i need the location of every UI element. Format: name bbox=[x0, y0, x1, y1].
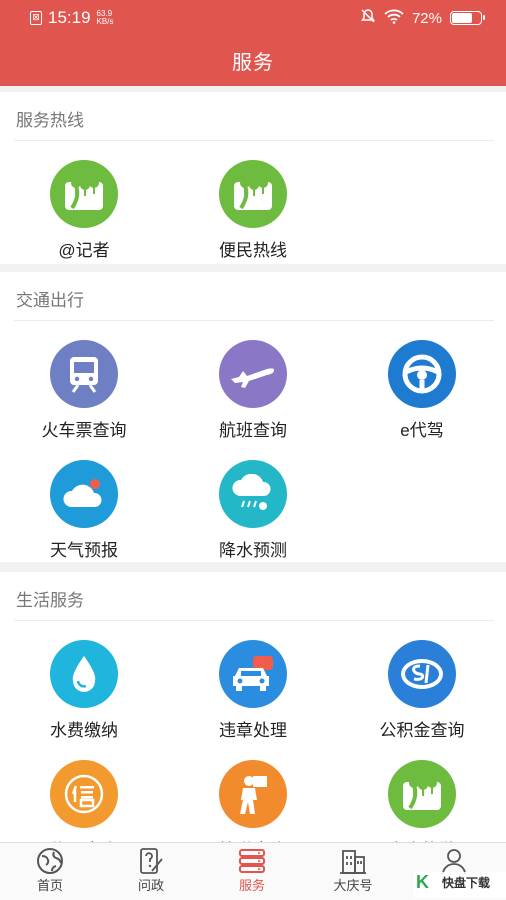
status-time: 15:19 bbox=[48, 8, 91, 27]
service-violation[interactable]: 违章处理 bbox=[173, 640, 333, 741]
car-violation-icon bbox=[219, 640, 287, 708]
service-housing-fund[interactable]: 公积金查询 bbox=[342, 640, 502, 741]
divider bbox=[14, 620, 494, 621]
watermark: K 快盘下载 bbox=[414, 872, 506, 898]
tab-label: 大庆号 bbox=[333, 878, 373, 893]
building-icon bbox=[303, 847, 403, 875]
service-label: 航班查询 bbox=[219, 421, 287, 440]
service-label: 便民热线 bbox=[219, 241, 287, 260]
service-label: 公积金查询 bbox=[379, 721, 465, 740]
service-label: @记者 bbox=[58, 241, 110, 260]
tab-services[interactable]: 服务 bbox=[202, 847, 302, 894]
service-water-fee[interactable]: 水费缴纳 bbox=[4, 640, 164, 741]
airplane-icon bbox=[219, 340, 287, 408]
app-header: ⊠ 15:19 63.9 KB/s 72% 服务 bbox=[0, 0, 506, 86]
question-doc-icon bbox=[101, 847, 201, 875]
network-speed: 63.9 KB/s bbox=[96, 9, 114, 26]
service-precipitation[interactable]: 降水预测 bbox=[173, 460, 333, 561]
mute-icon bbox=[360, 8, 376, 28]
service-weather[interactable]: 天气预报 bbox=[4, 460, 164, 561]
service-e-driver[interactable]: e代驾 bbox=[342, 340, 502, 441]
tab-label: 问政 bbox=[137, 878, 164, 893]
rain-cloud-icon bbox=[219, 460, 287, 528]
tab-inquiry[interactable]: 问政 bbox=[101, 847, 201, 894]
train-icon bbox=[50, 340, 118, 408]
status-bar: ⊠ 15:19 63.9 KB/s 72% bbox=[0, 0, 506, 34]
service-flight[interactable]: 航班查询 bbox=[173, 340, 333, 441]
tab-label: 首页 bbox=[36, 878, 63, 893]
globe-icon bbox=[0, 847, 100, 875]
tab-home[interactable]: 首页 bbox=[0, 847, 100, 894]
wifi-icon bbox=[384, 9, 404, 28]
fund-logo-icon bbox=[388, 640, 456, 708]
service-label: 水费缴纳 bbox=[50, 721, 118, 740]
service-label: 违章处理 bbox=[219, 721, 287, 740]
section-title: 交通出行 bbox=[16, 291, 84, 310]
service-hotline[interactable]: 便民热线 bbox=[173, 160, 333, 261]
divider bbox=[14, 140, 494, 141]
section-transport: 交通出行 火车票查询 航班查询 e代驾 天气预报 降水预测 bbox=[0, 272, 506, 562]
service-train-ticket[interactable]: 火车票查询 bbox=[4, 340, 164, 441]
cloud-sun-icon bbox=[50, 460, 118, 528]
service-reporter[interactable]: @记者 bbox=[4, 160, 164, 261]
section-hotline: 服务热线 @记者 便民热线 bbox=[0, 92, 506, 264]
sim-icon: ⊠ bbox=[30, 11, 42, 25]
park-road-icon bbox=[388, 760, 456, 828]
service-label: e代驾 bbox=[400, 421, 444, 440]
section-title: 生活服务 bbox=[16, 591, 84, 610]
person-icon bbox=[404, 847, 504, 875]
section-title: 服务热线 bbox=[16, 111, 84, 130]
tab-daqing-accounts[interactable]: 大庆号 bbox=[303, 847, 403, 894]
watermark-text: 快盘下载 bbox=[442, 876, 491, 890]
service-label: 火车票查询 bbox=[41, 421, 127, 440]
tab-profile[interactable] bbox=[404, 847, 504, 875]
tab-label: 服务 bbox=[238, 878, 265, 893]
credit-icon bbox=[50, 760, 118, 828]
watermark-logo: K bbox=[416, 872, 429, 892]
page-title: 服务 bbox=[232, 52, 274, 74]
server-stack-icon bbox=[202, 847, 302, 875]
steering-wheel-icon bbox=[388, 340, 456, 408]
divider bbox=[14, 320, 494, 321]
park-road-icon bbox=[219, 160, 287, 228]
service-label: 降水预测 bbox=[219, 541, 287, 560]
water-drop-icon bbox=[50, 640, 118, 708]
battery-icon bbox=[450, 11, 485, 25]
service-label: 天气预报 bbox=[50, 541, 118, 560]
section-life: 生活服务 水费缴纳 违章处理 公积金查询 信用查询 快递查询 大庆旅游 bbox=[0, 572, 506, 860]
battery-percent: 72% bbox=[411, 9, 442, 27]
park-road-icon bbox=[50, 160, 118, 228]
courier-icon bbox=[219, 760, 287, 828]
